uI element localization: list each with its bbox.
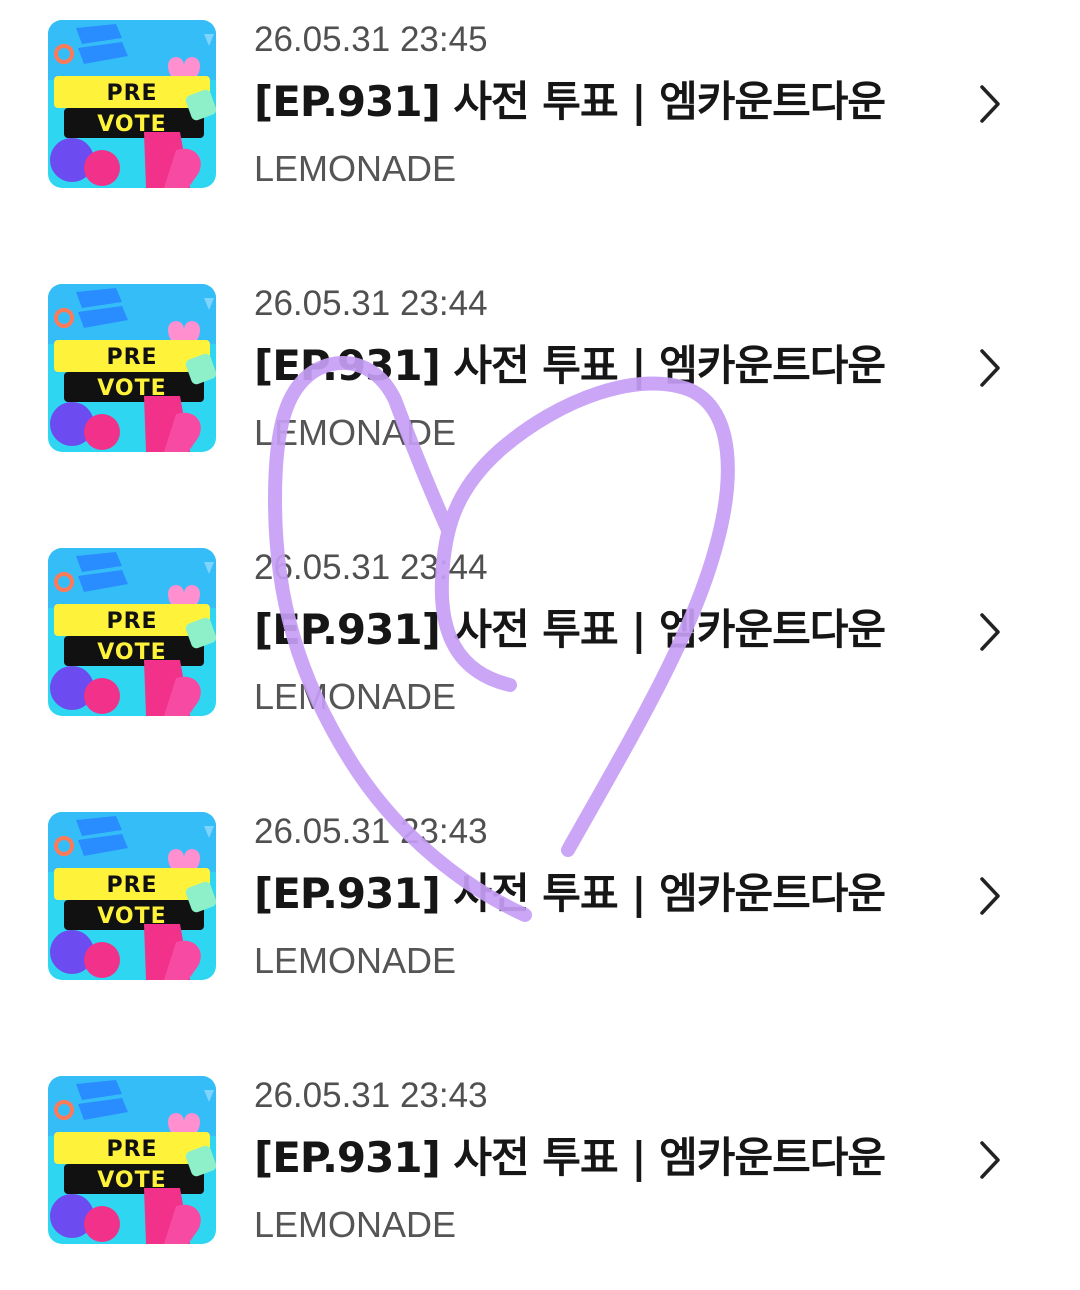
- item-date: 26.05.31 23:44: [254, 548, 488, 587]
- chevron-right-icon: [980, 613, 1000, 651]
- item-title: [EP.931] 사전 투표 | 엠카운트다운: [254, 341, 886, 390]
- item-artist: LEMONADE: [254, 676, 457, 717]
- thumb-label-pre: PRE: [106, 609, 157, 634]
- chevron-right-icon: [980, 877, 1000, 915]
- thumb-label-pre: PRE: [106, 81, 157, 106]
- thumb-label-pre: PRE: [106, 1137, 157, 1162]
- item-title: [EP.931] 사전 투표 | 엠카운트다운: [254, 869, 886, 918]
- pre-vote-thumbnail: PRE VOTE: [48, 1076, 216, 1244]
- vote-history-list: PRE VOTE 26.05.31 23:45 [EP.931] 사전 투표 |…: [0, 0, 1080, 1290]
- chevron-right-icon: [980, 1141, 1000, 1179]
- item-artist: LEMONADE: [254, 412, 457, 453]
- thumb-label-pre: PRE: [106, 873, 157, 898]
- pre-vote-thumbnail: PRE VOTE: [48, 812, 216, 980]
- pre-vote-thumbnail: PRE VOTE: [48, 548, 216, 716]
- list-item[interactable]: PRE VOTE 26.05.31 23:43 [EP.931] 사전 투표 |…: [0, 792, 1080, 992]
- item-date: 26.05.31 23:43: [254, 812, 488, 851]
- pre-vote-thumbnail: PRE VOTE: [48, 284, 216, 452]
- item-date: 26.05.31 23:43: [254, 1076, 488, 1115]
- item-title: [EP.931] 사전 투표 | 엠카운트다운: [254, 1133, 886, 1182]
- list-item[interactable]: PRE VOTE 26.05.31 23:44 [EP.931] 사전 투표 |…: [0, 528, 1080, 728]
- chevron-right-icon: [980, 349, 1000, 387]
- list-item[interactable]: PRE VOTE 26.05.31 23:44 [EP.931] 사전 투표 |…: [0, 264, 1080, 464]
- item-artist: LEMONADE: [254, 940, 457, 981]
- thumb-label-pre: PRE: [106, 345, 157, 370]
- item-title: [EP.931] 사전 투표 | 엠카운트다운: [254, 77, 886, 126]
- list-item[interactable]: PRE VOTE 26.05.31 23:43 [EP.931] 사전 투표 |…: [0, 1056, 1080, 1256]
- chevron-right-icon: [980, 85, 1000, 123]
- item-title: [EP.931] 사전 투표 | 엠카운트다운: [254, 605, 886, 654]
- item-date: 26.05.31 23:45: [254, 20, 488, 59]
- pre-vote-thumbnail: PRE VOTE: [48, 20, 216, 188]
- list-item[interactable]: PRE VOTE 26.05.31 23:45 [EP.931] 사전 투표 |…: [0, 0, 1080, 200]
- item-artist: LEMONADE: [254, 148, 457, 189]
- item-date: 26.05.31 23:44: [254, 284, 488, 323]
- item-artist: LEMONADE: [254, 1204, 457, 1245]
